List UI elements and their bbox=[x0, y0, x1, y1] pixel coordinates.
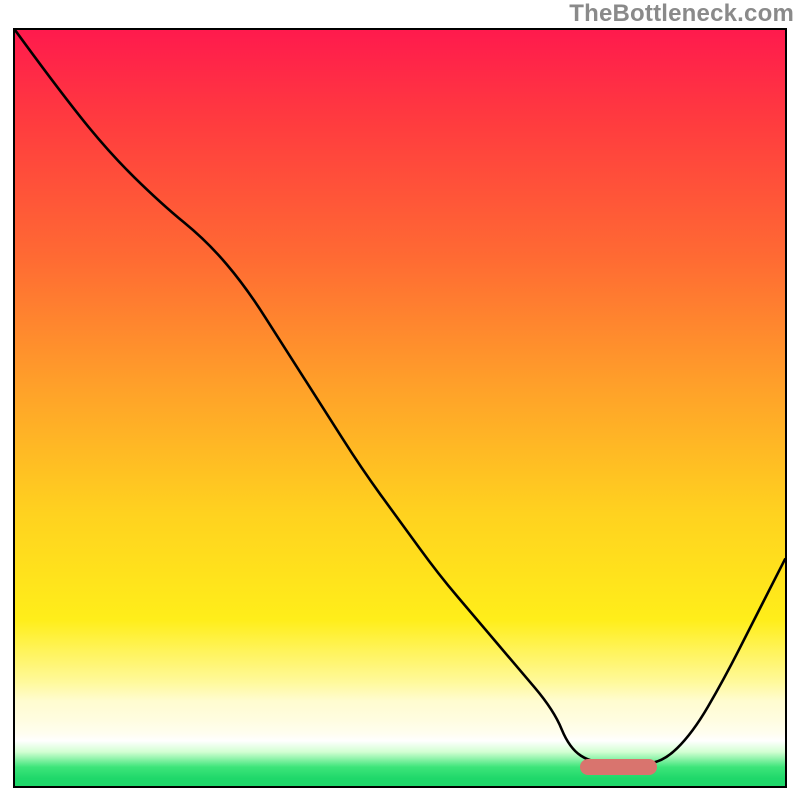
plot-area bbox=[13, 28, 787, 788]
bottleneck-chart: TheBottleneck.com bbox=[0, 0, 800, 800]
bottleneck-curve bbox=[15, 30, 785, 763]
optimal-range-marker bbox=[580, 759, 657, 775]
watermark-text: TheBottleneck.com bbox=[569, 0, 794, 28]
curve-layer bbox=[15, 30, 785, 786]
